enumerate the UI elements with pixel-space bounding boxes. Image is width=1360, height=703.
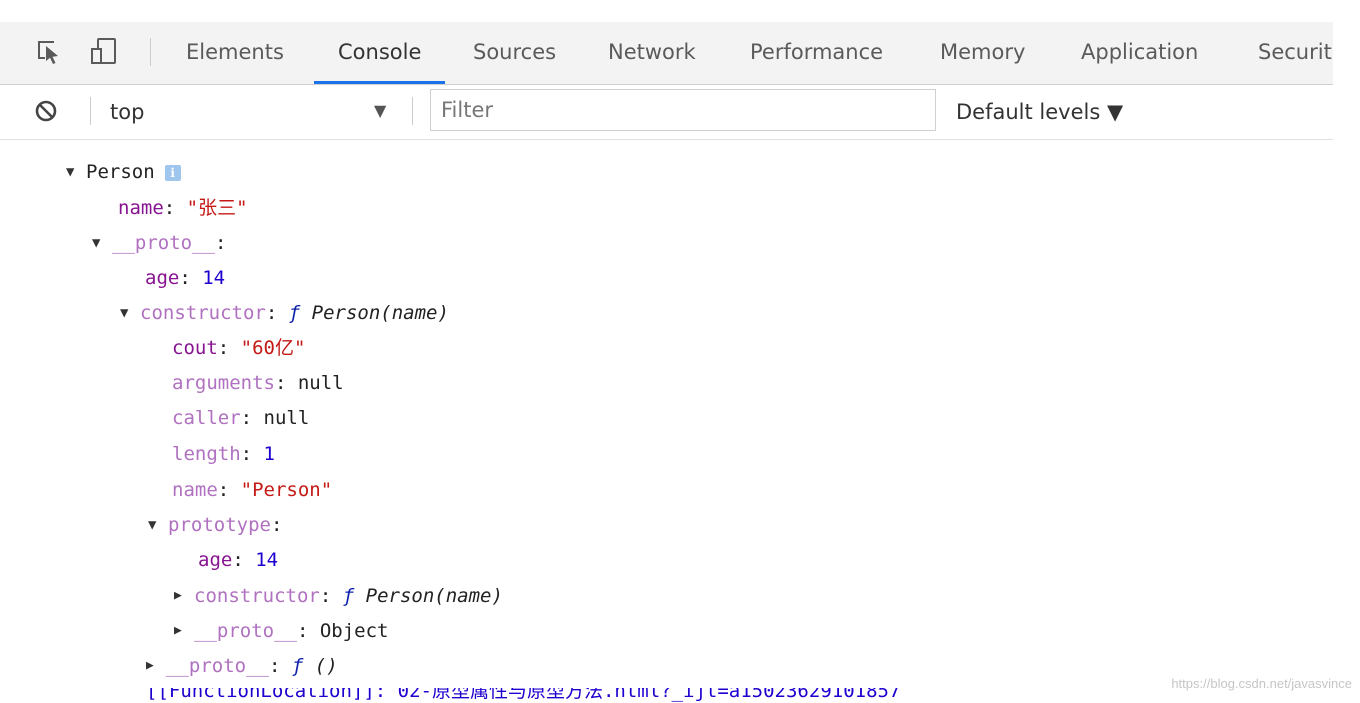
expanded-arrow-icon[interactable]: ▼: [148, 507, 168, 543]
expanded-arrow-icon[interactable]: ▼: [66, 154, 86, 190]
property-key: age: [198, 549, 233, 571]
tree-row-age: age: 14: [145, 267, 226, 289]
devtools-tab-bar: Elements Console Sources Network Perform…: [0, 22, 1333, 85]
tree-row-caller: caller: null: [172, 407, 310, 429]
property-key: __proto__: [194, 620, 297, 642]
property-value: Object: [319, 620, 389, 642]
property-value: null: [263, 407, 310, 429]
property-value: null: [297, 372, 344, 394]
tree-row-proto-constructor[interactable]: ▶ constructor: ƒ Person(name): [174, 578, 503, 614]
property-value: 1: [263, 443, 275, 465]
context-selector[interactable]: top: [110, 85, 144, 139]
property-key: caller: [172, 407, 241, 429]
default-levels-dropdown[interactable]: Default levels ▼: [956, 85, 1123, 139]
property-value: 14: [202, 267, 226, 289]
property-key: arguments: [172, 372, 275, 394]
function-signature: (): [314, 655, 338, 677]
info-icon[interactable]: i: [164, 164, 181, 181]
tab-network[interactable]: Network: [608, 22, 696, 84]
property-key: age: [145, 267, 180, 289]
property-key: __proto__: [112, 232, 215, 254]
tab-elements[interactable]: Elements: [186, 22, 284, 84]
property-value: "60亿": [240, 337, 306, 359]
device-toolbar-icon[interactable]: [90, 36, 118, 66]
tree-row-function-location-clipped: [[FunctionLocation]]: 02-原型属性与原型方法.html?…: [146, 688, 1246, 703]
property-key: prototype: [168, 514, 271, 536]
expanded-arrow-icon[interactable]: ▼: [120, 295, 140, 331]
property-key: constructor: [194, 585, 320, 607]
tree-row-constructor[interactable]: ▼ constructor: ƒ Person(name): [120, 295, 449, 331]
tree-row-inner-proto[interactable]: ▶ __proto__: Object: [174, 613, 388, 649]
tab-sources[interactable]: Sources: [473, 22, 556, 84]
expanded-arrow-icon[interactable]: ▼: [92, 225, 112, 261]
tree-row-name: name: "张三": [118, 197, 248, 219]
object-label: Person: [86, 161, 155, 183]
property-key: __proto__: [166, 655, 269, 677]
collapsed-arrow-icon[interactable]: ▶: [174, 613, 194, 649]
property-value: "张三": [186, 197, 248, 219]
clear-console-icon[interactable]: [34, 99, 58, 123]
tab-memory[interactable]: Memory: [940, 22, 1025, 84]
function-glyph: ƒ: [288, 302, 301, 324]
tree-row-length: length: 1: [172, 443, 275, 465]
collapsed-arrow-icon[interactable]: ▶: [174, 578, 194, 614]
tree-row-proto-age: age: 14: [198, 549, 279, 571]
tab-security-clip: Securit: [1258, 22, 1333, 84]
property-value: 14: [255, 549, 279, 571]
tab-application[interactable]: Application: [1081, 22, 1198, 84]
function-glyph: ƒ: [342, 585, 355, 607]
property-key: constructor: [140, 302, 266, 324]
toolbar-separator: [150, 38, 151, 66]
collapsed-arrow-icon[interactable]: ▶: [146, 648, 166, 684]
top-strip: [0, 0, 1360, 22]
tab-performance[interactable]: Performance: [750, 22, 883, 84]
property-key: cout: [172, 337, 218, 359]
filter-input[interactable]: [430, 89, 936, 131]
tree-row-cout: cout: "60亿": [172, 337, 306, 359]
tree-row-prototype[interactable]: ▼ prototype:: [148, 507, 282, 543]
inspect-element-icon[interactable]: [34, 36, 62, 66]
clipped-line-text: [[FunctionLocation]]: 02-原型属性与原型方法.html?…: [146, 688, 901, 702]
function-signature: Person(name): [311, 302, 449, 324]
property-key: length: [172, 443, 241, 465]
clipped-title-remnant: [28, 0, 278, 4]
property-value: "Person": [240, 479, 333, 501]
tree-row-fn-name: name: "Person": [172, 479, 333, 501]
function-glyph: ƒ: [291, 655, 304, 677]
tree-row-person[interactable]: ▼ Person i: [66, 154, 181, 190]
tab-security[interactable]: Securit: [1258, 22, 1332, 84]
function-signature: Person(name): [365, 585, 503, 607]
tab-console[interactable]: Console: [313, 22, 446, 84]
tree-row-arguments: arguments: null: [172, 372, 344, 394]
property-key: name: [118, 197, 164, 219]
console-toolbar: top ▼ Default levels ▼: [0, 85, 1333, 140]
context-dropdown-arrow[interactable]: ▼: [374, 85, 386, 137]
watermark: https://blog.csdn.net/javasvince: [1171, 676, 1352, 691]
console-output: ▼ Person i name: "张三" ▼ __proto__: age: 14 …: [0, 140, 1360, 703]
toolbar-separator: [412, 97, 413, 125]
toolbar-separator: [90, 97, 91, 125]
tree-row-fn-proto[interactable]: ▶ __proto__: ƒ (): [146, 648, 338, 684]
tree-row-proto[interactable]: ▼ __proto__:: [92, 225, 226, 261]
property-key: name: [172, 479, 218, 501]
